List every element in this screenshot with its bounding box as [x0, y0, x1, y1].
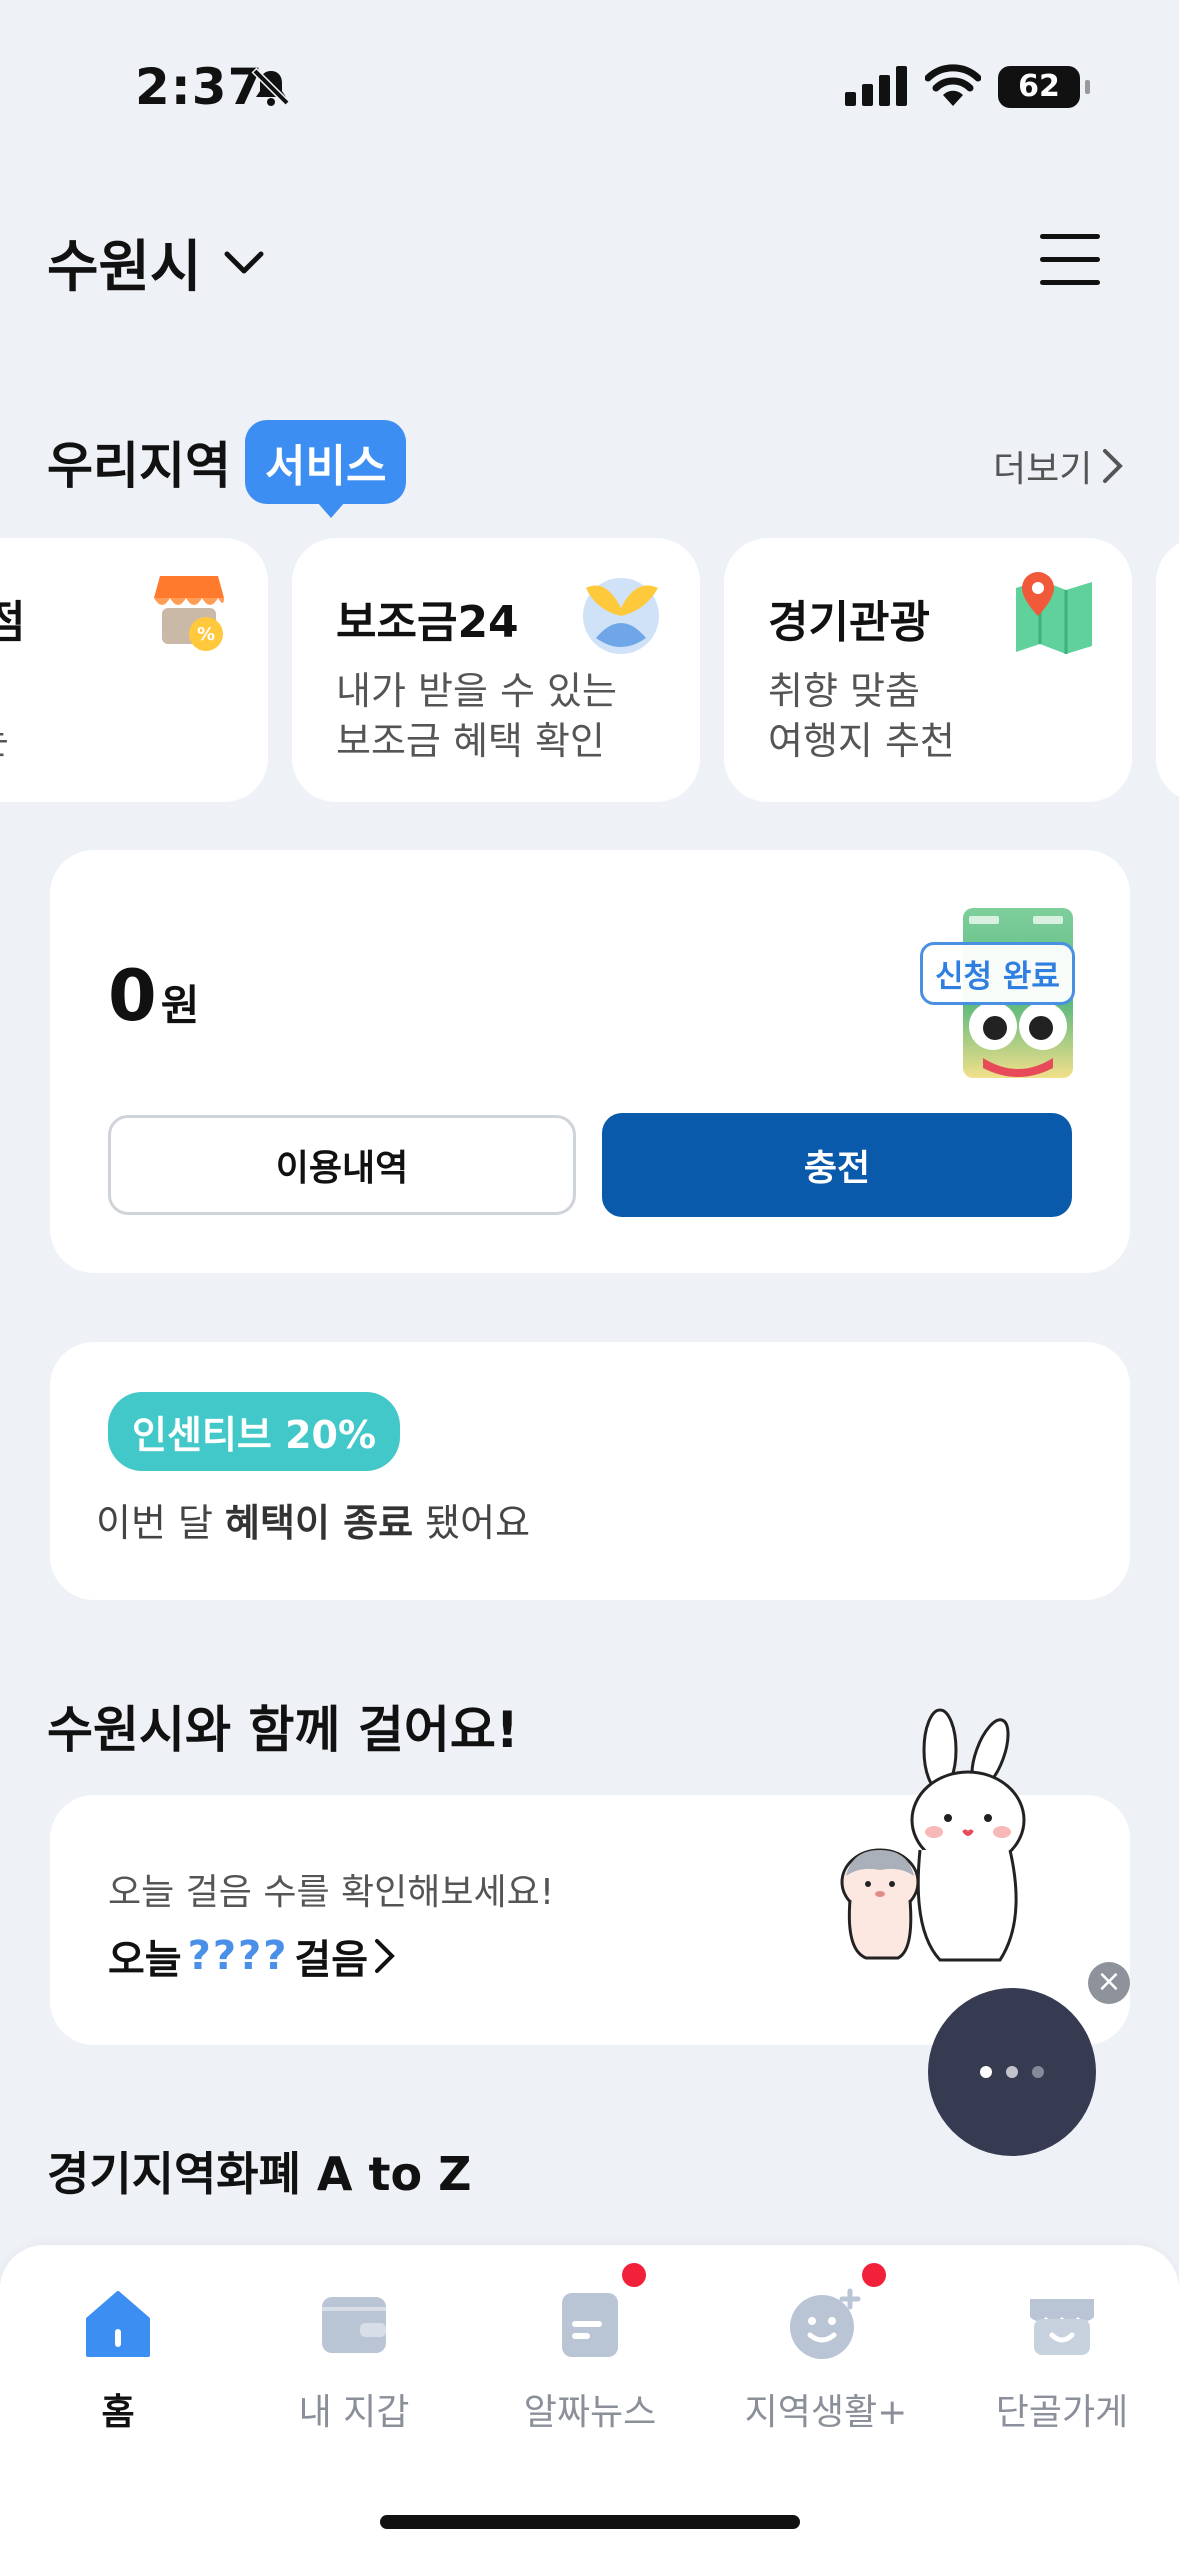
- home-indicator[interactable]: [380, 2515, 800, 2529]
- nav-label: 알짜뉴스: [523, 2392, 657, 2433]
- close-floating-icon[interactable]: ×: [1088, 1962, 1130, 2004]
- news-icon: [552, 2263, 646, 2361]
- walk-today-label: 오늘: [108, 1937, 182, 1983]
- nav-wallet[interactable]: 내 지갑: [236, 2285, 472, 2435]
- wallet-icon: [316, 2285, 392, 2361]
- services-header: 우리지역 서비스: [47, 420, 407, 518]
- rabbit-hamster-mascot-illustration: [840, 1708, 1026, 1962]
- walk-subtitle: 오늘 걸음 수를 확인해보세요!: [108, 1872, 555, 1913]
- city-name: 수원시: [47, 235, 202, 300]
- chevron-down-icon: [224, 251, 264, 273]
- svg-text:%: %: [197, 624, 215, 645]
- nav-label: 지역생활+: [744, 2392, 908, 2433]
- dot: [980, 2066, 992, 2078]
- nav-local-life[interactable]: 지역생활+: [708, 2263, 944, 2435]
- nav-label: 내 지갑: [298, 2392, 410, 2433]
- shop-icon: [1024, 2285, 1100, 2361]
- nav-home[interactable]: 홈: [0, 2285, 236, 2435]
- services-carousel[interactable]: 가맹점 지역 살리는 % 보조금24 내가 받을 수 있는 보조금 혜택 확인 …: [0, 538, 1179, 802]
- cellular-signal-icon: [845, 66, 907, 106]
- local-life-badge-dot: [862, 2263, 886, 2287]
- incentive-text-bold: 혜택이 종료: [225, 1501, 414, 1545]
- balance-number: 0: [108, 955, 157, 1037]
- nav-label: 단골가게: [995, 2392, 1129, 2433]
- more-label: 더보기: [993, 449, 1093, 490]
- incentive-badge: 인센티브 20%: [108, 1392, 401, 1471]
- balance-card: 0 원 신청 완료 이용내역 충전: [50, 850, 1130, 1273]
- service-card-subsidy[interactable]: 보조금24 내가 받을 수 있는 보조금 혜택 확인: [292, 538, 700, 802]
- dot: [1006, 2066, 1018, 2078]
- apply-complete-badge: 신청 완료: [920, 942, 1075, 1005]
- battery-indicator: 62: [998, 66, 1090, 108]
- service-card-merchant[interactable]: 가맹점 지역 살리는 %: [0, 538, 268, 802]
- chevron-right-icon: [1103, 449, 1124, 483]
- walk-steps-value: ????: [187, 1933, 289, 1979]
- home-icon: [80, 2285, 156, 2361]
- incentive-message: 이번 달 혜택이 종료 됐어요: [96, 1492, 530, 1547]
- incentive-text-pre: 이번 달: [96, 1501, 226, 1545]
- service-card-title: 보조금24: [336, 597, 519, 648]
- walk-unit-label: 걸음: [294, 1937, 369, 1983]
- nav-news[interactable]: 알짜뉴스: [472, 2263, 708, 2435]
- walk-steps-link[interactable]: 오늘 ???? 걸음: [108, 1927, 396, 1985]
- az-section-title: 경기지역화폐 A to Z: [47, 2147, 472, 2201]
- incentive-text-post: 됐어요: [413, 1501, 531, 1545]
- balance-amount: 0 원: [108, 955, 199, 1037]
- nav-label: 홈: [101, 2392, 135, 2433]
- chevron-right-icon: [375, 1939, 395, 1973]
- map-pin-icon: [1016, 572, 1092, 654]
- service-card-desc: 취향 맞춤 여행지 추천: [768, 669, 955, 763]
- smile-icon: [788, 2263, 886, 2361]
- nav-favorite-shop[interactable]: 단골가게: [944, 2285, 1179, 2435]
- chatbot-floating-button[interactable]: [928, 1988, 1096, 2156]
- service-card-desc: 내가 받을 수 있는 보조금 혜택 확인: [336, 669, 617, 763]
- status-bar: 2:37 62: [0, 0, 1179, 170]
- walk-section-title: 수원시와 함께 걸어요!: [47, 1701, 519, 1759]
- charge-button[interactable]: 충전: [602, 1113, 1072, 1217]
- subsidy-bird-icon: [583, 578, 659, 654]
- history-button[interactable]: 이용내역: [108, 1115, 576, 1215]
- hamburger-menu-icon[interactable]: [1040, 232, 1100, 286]
- incentive-card[interactable]: 인센티브 20% 이번 달 혜택이 종료 됐어요: [50, 1342, 1130, 1600]
- service-card-tourism[interactable]: 경기관광 취향 맞춤 여행지 추천: [724, 538, 1132, 802]
- city-selector[interactable]: 수원시: [47, 222, 264, 303]
- news-badge-dot: [622, 2263, 646, 2287]
- more-link[interactable]: 더보기: [993, 440, 1124, 492]
- balance-unit: 원: [160, 981, 200, 1030]
- services-title: 우리지역: [47, 437, 231, 495]
- service-card-title: 가맹점: [0, 597, 26, 648]
- services-badge: 서비스: [245, 420, 407, 518]
- service-card-title: 경기관광: [768, 597, 930, 648]
- service-card-next[interactable]: [1156, 538, 1179, 802]
- status-time: 2:37: [135, 58, 264, 116]
- service-card-desc: 지역 살리는: [0, 666, 244, 766]
- wifi-icon: [925, 64, 981, 106]
- bell-muted-icon: [251, 67, 291, 107]
- store-awning-icon: %: [154, 576, 224, 651]
- dot: [1032, 2066, 1044, 2078]
- bottom-navigation: 홈 내 지갑 알짜뉴스 지역생활+ 단골가게: [0, 2245, 1179, 2556]
